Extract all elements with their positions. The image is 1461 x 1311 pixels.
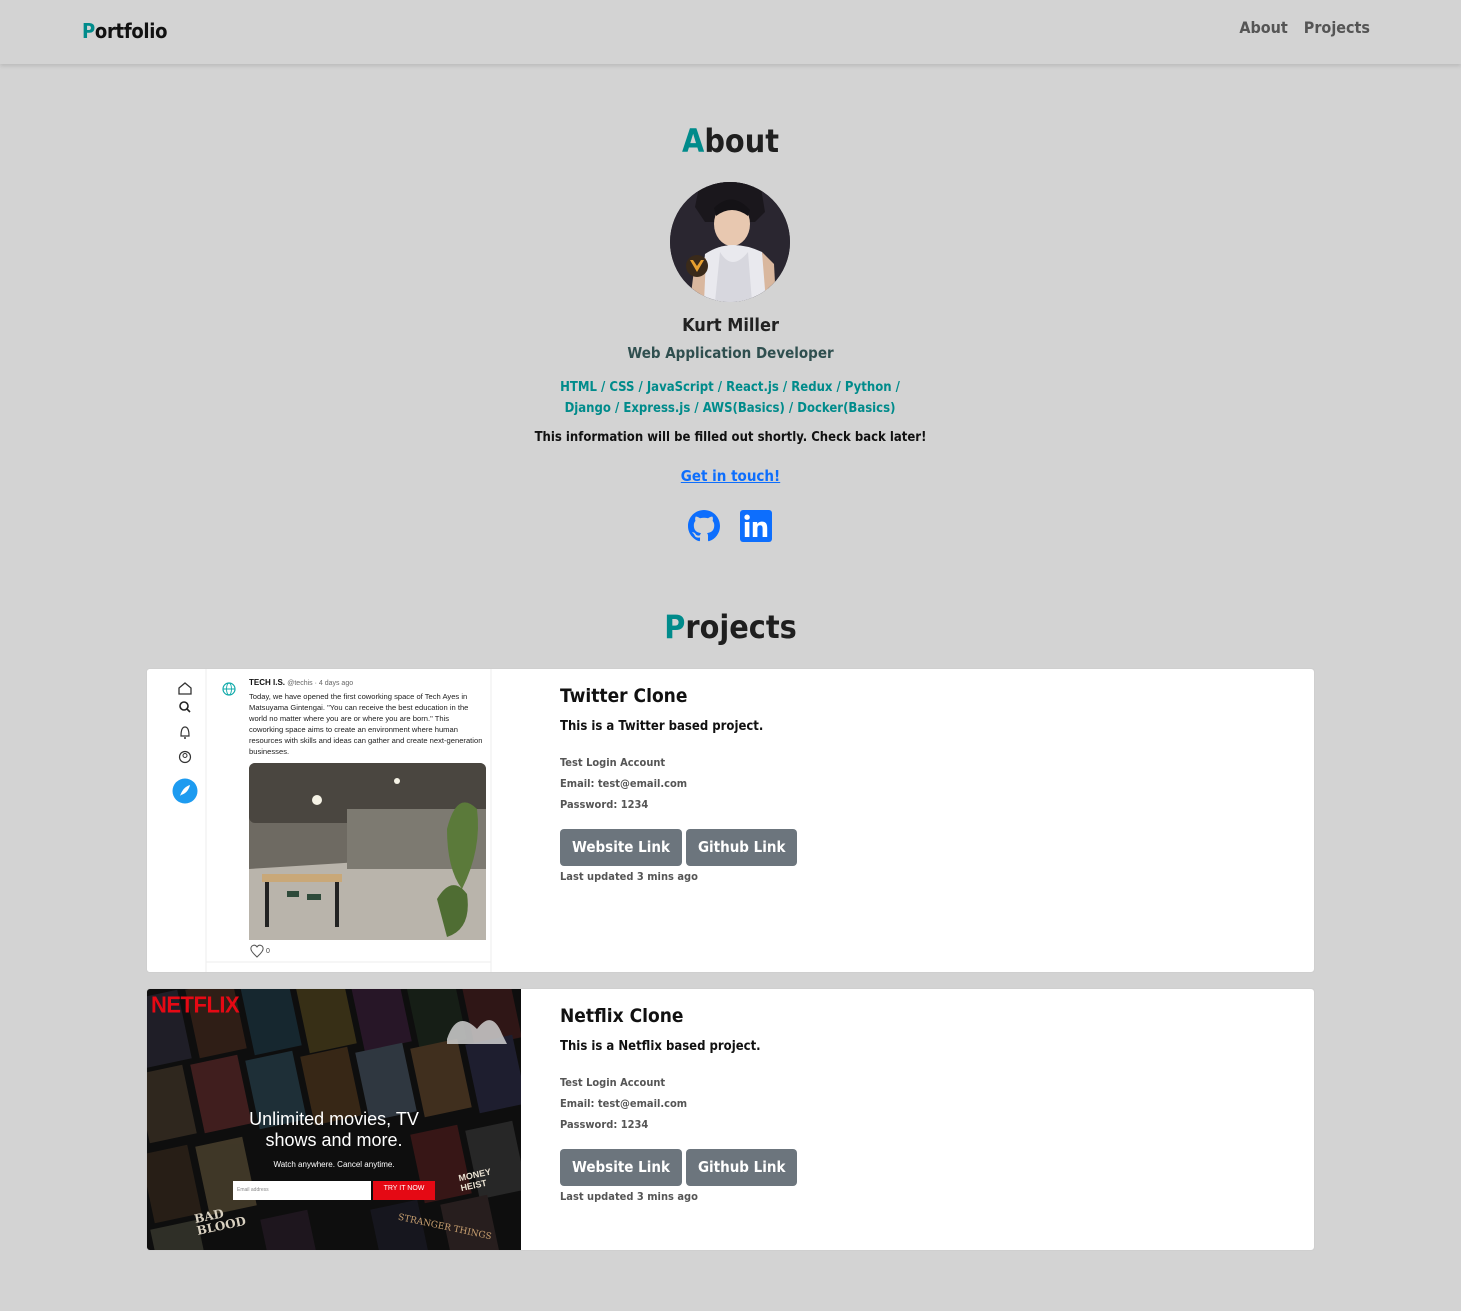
brand-text: ortfolio — [94, 19, 168, 43]
projects-title-text: rojects — [685, 608, 797, 646]
github-link-button[interactable]: Github Link — [685, 829, 798, 866]
login-password: Password: 1234 — [560, 1118, 649, 1131]
projects-title-initial: P — [664, 608, 686, 646]
login-password: Password: 1234 — [560, 798, 649, 811]
project-card-twitter: TECH I.S. @techis · 4 days ago Today, we… — [146, 668, 1315, 973]
about-title: About — [0, 122, 1461, 160]
tweet-like-count: 0 — [266, 948, 270, 955]
about-title-text: bout — [704, 122, 779, 160]
twitter-card-body: Twitter Clone This is a Twitter based pr… — [560, 685, 798, 883]
social-links — [688, 510, 772, 542]
card-description: This is a Twitter based project. — [560, 719, 764, 734]
info-text: This information will be filled out shor… — [534, 430, 927, 445]
card-title: Twitter Clone — [560, 685, 688, 707]
avatar — [670, 182, 790, 302]
twitter-preview-image[interactable]: TECH I.S. @techis · 4 days ago Today, we… — [147, 669, 493, 972]
login-email: Email: test@email.com — [560, 1097, 688, 1110]
netflix-email-input: Email address — [237, 1187, 269, 1193]
brand-logo[interactable]: Portfolio — [82, 19, 168, 43]
login-email: Email: test@email.com — [560, 777, 688, 790]
test-login-info: Test Login Account Email: test@email.com… — [560, 752, 797, 815]
github-icon[interactable] — [688, 510, 720, 542]
test-login-info: Test Login Account Email: test@email.com… — [560, 1072, 797, 1135]
nav-link-projects[interactable]: Projects — [1304, 18, 1370, 37]
card-description: This is a Netflix based project. — [560, 1039, 761, 1054]
tweet-text: Today, we have opened the first coworkin… — [249, 692, 483, 756]
skills-list: HTML / CSS / JavaScript / React.js / Red… — [560, 380, 900, 416]
project-card-netflix: NETFLIX Unlimited movies, TV shows and m… — [146, 988, 1315, 1251]
linkedin-icon[interactable] — [740, 510, 772, 542]
netflix-headline-2: shows and more. — [265, 1130, 403, 1150]
login-heading: Test Login Account — [560, 756, 666, 769]
login-heading: Test Login Account — [560, 1076, 666, 1089]
website-link-button[interactable]: Website Link — [560, 829, 682, 866]
card-buttons: Website Link Github Link — [560, 1149, 798, 1186]
last-updated: Last updated 3 mins ago — [560, 870, 698, 883]
card-buttons: Website Link Github Link — [560, 829, 798, 866]
netflix-card-body: Netflix Clone This is a Netflix based pr… — [560, 1005, 798, 1203]
profile-name: Kurt Miller — [682, 315, 779, 336]
tweet-username: TECH I.S. — [249, 678, 286, 687]
netflix-preview-image[interactable]: NETFLIX Unlimited movies, TV shows and m… — [147, 989, 521, 1250]
projects-title: Projects — [0, 608, 1461, 646]
brand-initial: P — [82, 19, 95, 43]
profile-role: Web Application Developer — [627, 344, 834, 362]
website-link-button[interactable]: Website Link — [560, 1149, 682, 1186]
card-title: Netflix Clone — [560, 1005, 684, 1027]
about-title-initial: A — [682, 122, 705, 160]
contact-link-wrapper: Get in touch! — [0, 467, 1461, 485]
github-link-button[interactable]: Github Link — [685, 1149, 798, 1186]
nav-links: About Projects — [1239, 18, 1370, 37]
nav-link-about[interactable]: About — [1239, 18, 1287, 37]
netflix-cta: TRY IT NOW — [383, 1185, 425, 1192]
get-in-touch-link[interactable]: Get in touch! — [681, 467, 780, 485]
netflix-logo: NETFLIX — [151, 991, 240, 1018]
tweet-handle: @techis · 4 days ago — [287, 680, 354, 687]
netflix-headline-1: Unlimited movies, TV — [249, 1109, 419, 1129]
netflix-subtitle: Watch anywhere. Cancel anytime. — [273, 1160, 395, 1169]
last-updated: Last updated 3 mins ago — [560, 1190, 698, 1203]
navbar: Portfolio About Projects — [0, 0, 1461, 64]
